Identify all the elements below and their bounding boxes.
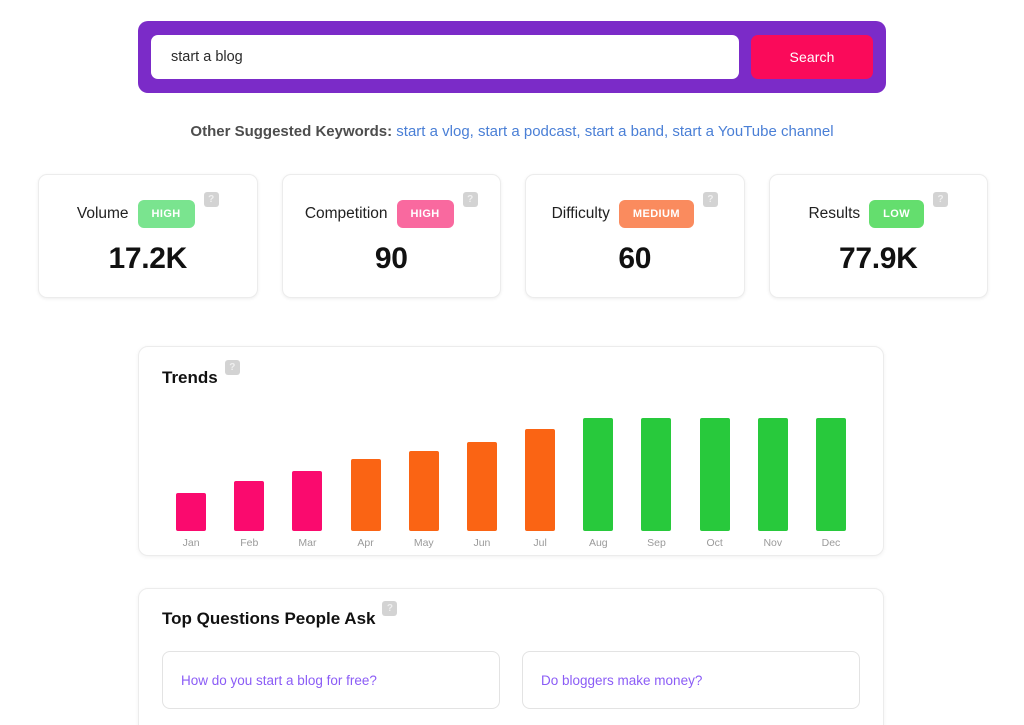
search-input[interactable] bbox=[151, 35, 739, 79]
chart-x-tick: Nov bbox=[763, 537, 783, 549]
chart-x-tick: Jan bbox=[182, 537, 200, 549]
chart-bar-slot bbox=[627, 409, 685, 531]
chart-x-tick: Jun bbox=[473, 537, 491, 549]
chart-bar-slot bbox=[569, 409, 627, 531]
chart-x-tick: May bbox=[413, 537, 434, 549]
questions-grid: How do you start a blog for free? Do blog… bbox=[162, 651, 860, 709]
status-badge: HIGH bbox=[396, 200, 454, 228]
status-badge: HIGH bbox=[137, 200, 195, 228]
chart-x-tick: Dec bbox=[821, 537, 841, 549]
trends-chart: Jan Feb Mar Apr May Jun Jul Aug Sep Oct Nov Dec bbox=[162, 409, 860, 557]
metric-header: Competition HIGH? bbox=[304, 192, 478, 228]
help-icon[interactable]: ? bbox=[224, 360, 240, 375]
help-icon[interactable]: ? bbox=[203, 192, 219, 207]
chart-bar-slot bbox=[278, 409, 336, 531]
chart-bar-slot bbox=[802, 409, 860, 531]
status-badge: LOW bbox=[869, 200, 925, 228]
metric-value: 90 bbox=[374, 242, 408, 275]
chart-bar bbox=[583, 418, 614, 531]
chart-bar-slot bbox=[686, 409, 744, 531]
suggested-keywords-list: start a vlog, start a podcast, start a b… bbox=[396, 123, 834, 140]
chart-bar bbox=[525, 429, 556, 531]
chart-bar bbox=[292, 471, 323, 531]
metric-label: Results bbox=[808, 205, 861, 222]
metric-header: Difficulty MEDIUM? bbox=[551, 192, 718, 228]
help-icon[interactable]: ? bbox=[702, 192, 718, 207]
trends-card: Trends ? Jan Feb Mar Apr May Jun Jul Aug Sep Oct N… bbox=[138, 346, 884, 556]
help-icon[interactable]: ? bbox=[933, 192, 949, 207]
chart-x-tick: Jul bbox=[533, 537, 547, 549]
chart-bar-slot bbox=[162, 409, 220, 531]
questions-header: Top Questions People Ask ? bbox=[139, 589, 883, 629]
question-item[interactable]: Do bloggers make money? bbox=[522, 651, 860, 709]
chart-x-tick: Apr bbox=[357, 537, 374, 549]
question-text: How do you start a blog for free? bbox=[181, 672, 377, 688]
chart-bar-slot bbox=[395, 409, 453, 531]
questions-card: Top Questions People Ask ? How do you st… bbox=[138, 588, 884, 725]
metric-card: Volume HIGH? 17.2K bbox=[38, 174, 258, 298]
page-root: Search Other Suggested Keywords: start a… bbox=[0, 0, 1024, 725]
chart-bar-slot bbox=[337, 409, 395, 531]
metric-card: Competition HIGH? 90 bbox=[281, 174, 501, 298]
chart-x-tick: Sep bbox=[647, 537, 666, 549]
chart-bar bbox=[350, 458, 381, 531]
chart-x-tick: Feb bbox=[240, 537, 259, 549]
suggested-keyword-link[interactable]: start a podcast bbox=[478, 123, 576, 140]
metric-header: Results LOW? bbox=[808, 192, 949, 228]
chart-bar-slot bbox=[744, 409, 802, 531]
metric-card-row: Volume HIGH? 17.2K Competition HIGH? 90 Diffic… bbox=[38, 174, 988, 298]
suggested-keywords-label: Other Suggested Keywords: bbox=[190, 123, 393, 140]
metric-header: Volume HIGH? bbox=[76, 192, 219, 228]
chart-bar bbox=[466, 441, 497, 531]
suggested-keyword-link[interactable]: start a vlog bbox=[396, 123, 469, 140]
question-item[interactable]: How do you start a blog for free? bbox=[162, 651, 500, 709]
metric-label: Competition bbox=[304, 205, 388, 222]
metric-value: 77.9K bbox=[838, 242, 918, 275]
metric-card: Results LOW? 77.9K bbox=[768, 174, 988, 298]
chart-x-axis: Jan Feb Mar Apr May Jun Jul Aug Sep Oct Nov Dec bbox=[162, 537, 860, 549]
chart-bar bbox=[641, 418, 672, 531]
suggested-keyword-link[interactable]: start a band bbox=[585, 123, 664, 140]
suggested-keywords: Other Suggested Keywords: start a vlog, … bbox=[0, 122, 1024, 142]
status-badge: MEDIUM bbox=[618, 200, 694, 228]
metric-label: Volume bbox=[76, 205, 129, 222]
chart-bar bbox=[408, 450, 439, 531]
chart-bars bbox=[162, 409, 860, 531]
chart-bar bbox=[815, 418, 846, 531]
question-text: Do bloggers make money? bbox=[541, 672, 703, 688]
suggested-keyword-link[interactable]: start a YouTube channel bbox=[672, 123, 833, 140]
metric-label: Difficulty bbox=[551, 205, 610, 222]
chart-bar-slot bbox=[511, 409, 569, 531]
chart-bar bbox=[757, 418, 788, 531]
questions-title: Top Questions People Ask bbox=[162, 609, 376, 628]
chart-x-tick: Mar bbox=[298, 537, 317, 549]
chart-bar bbox=[176, 493, 207, 531]
chart-bar bbox=[699, 418, 730, 531]
search-button[interactable]: Search bbox=[751, 35, 873, 79]
trends-header: Trends ? bbox=[139, 347, 883, 388]
chart-bar-slot bbox=[453, 409, 511, 531]
chart-bar bbox=[234, 481, 265, 531]
trends-title: Trends bbox=[162, 368, 218, 387]
chart-x-tick: Aug bbox=[588, 537, 608, 549]
metric-value: 17.2K bbox=[108, 242, 188, 275]
search-bar: Search bbox=[138, 21, 886, 93]
help-icon[interactable]: ? bbox=[462, 192, 478, 207]
chart-bar-slot bbox=[220, 409, 278, 531]
chart-x-tick: Oct bbox=[706, 537, 723, 549]
metric-card: Difficulty MEDIUM? 60 bbox=[525, 174, 745, 298]
help-icon[interactable]: ? bbox=[382, 601, 398, 616]
metric-value: 60 bbox=[618, 242, 652, 275]
